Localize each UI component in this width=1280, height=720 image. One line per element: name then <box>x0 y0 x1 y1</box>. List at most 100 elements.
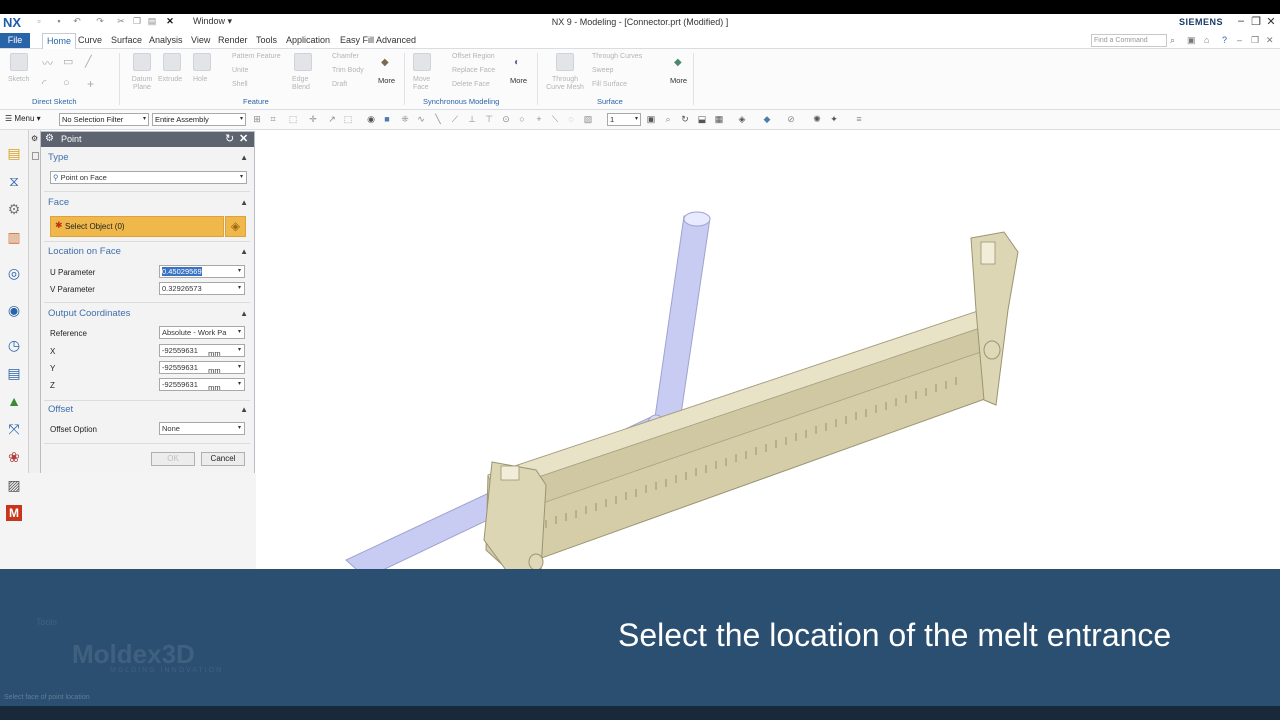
section-type[interactable]: Type <box>48 152 69 163</box>
scope-dropdown[interactable]: Entire Assembly ▾ <box>152 113 246 126</box>
home-icon[interactable]: ⌂ <box>1204 35 1209 45</box>
snap-icon[interactable]: ⊞ <box>252 114 262 124</box>
section-face[interactable]: Face <box>48 197 69 208</box>
filter-icon[interactable]: ⌗ <box>268 114 278 124</box>
restore-icon[interactable]: ❐ <box>1249 15 1263 28</box>
extrude-icon[interactable] <box>163 53 181 71</box>
fit-icon[interactable]: ▣ <box>646 114 656 124</box>
more-sync-button[interactable]: More <box>510 76 527 85</box>
pattern-feature-label[interactable]: Pattern Feature <box>232 53 281 61</box>
move-face-icon[interactable] <box>413 53 431 71</box>
tab-curve[interactable]: Curve <box>74 33 106 48</box>
type-dropdown[interactable]: ⚲ Point on Face ▾ <box>50 171 247 184</box>
more-surface-button[interactable]: More <box>670 76 687 85</box>
edge-blend-icon[interactable] <box>294 53 312 71</box>
layers-icon[interactable]: ≡ <box>854 114 864 124</box>
tab-surface[interactable]: Surface <box>107 33 146 48</box>
system-scenes-icon[interactable]: ❀ <box>6 449 22 465</box>
fill-surface-label[interactable]: Fill Surface <box>592 81 627 89</box>
connector-body[interactable] <box>483 231 1019 571</box>
sketch-icon[interactable] <box>10 53 28 71</box>
shell-label[interactable]: Shell <box>232 81 248 89</box>
chevron-up-icon[interactable]: ▲ <box>240 198 248 207</box>
draft-label[interactable]: Draft <box>332 81 347 89</box>
history-icon[interactable]: ◷ <box>6 337 22 353</box>
tab-tools[interactable]: Tools <box>252 33 281 48</box>
delete-face-label[interactable]: Delete Face <box>452 81 490 89</box>
more-feature-icon[interactable]: ◆ <box>381 57 389 68</box>
point-icon[interactable]: + <box>87 77 94 91</box>
arrow-icon[interactable]: ↗ <box>327 114 337 124</box>
layer-dropdown[interactable]: 1 ▾ <box>607 113 641 126</box>
ribbon-close-icon[interactable]: ✕ <box>1266 35 1274 46</box>
selection-filter-dropdown[interactable]: No Selection Filter ▾ <box>59 113 149 126</box>
face-select-icon[interactable]: ◈ <box>225 216 246 237</box>
face-snap-icon[interactable]: ▧ <box>583 114 593 124</box>
collapse-icon[interactable] <box>32 152 39 160</box>
assembly-navigator-icon[interactable]: ⧖ <box>6 173 22 189</box>
section-output-coordinates[interactable]: Output Coordinates <box>48 308 130 319</box>
rectangle-icon[interactable]: ▭ <box>63 55 73 68</box>
circle-icon[interactable]: ○ <box>63 77 70 89</box>
tab-analysis[interactable]: Analysis <box>145 33 187 48</box>
web-browser-icon[interactable]: ◉ <box>6 302 22 318</box>
shaded-icon[interactable]: ◆ <box>762 114 772 124</box>
move-icon[interactable]: ✛ <box>308 114 318 124</box>
find-command-input[interactable]: Find a Command <box>1091 34 1167 47</box>
curve-select-icon[interactable]: ∿ <box>416 114 426 124</box>
dialog-close-icon[interactable]: ✕ <box>239 132 248 145</box>
u-parameter-input[interactable]: 0.45029569 ▾ <box>159 265 245 278</box>
line-icon[interactable]: ╱ <box>85 55 92 68</box>
body-icon[interactable]: ■ <box>382 114 392 124</box>
minimize-icon[interactable]: – <box>1234 15 1248 27</box>
hole-icon[interactable] <box>193 53 211 71</box>
arc-icon[interactable]: ◜ <box>42 77 46 90</box>
through-curve-mesh-icon[interactable] <box>556 53 574 71</box>
endpoint-icon[interactable]: ⊥ <box>467 114 477 124</box>
tab-view[interactable]: View <box>187 33 214 48</box>
chevron-up-icon[interactable]: ▲ <box>240 153 248 162</box>
x-input[interactable]: -92559631 mm ▾ <box>159 344 245 357</box>
roles-icon[interactable]: ▣ <box>1187 35 1196 46</box>
help-icon[interactable]: ? <box>1222 35 1227 45</box>
printer-icon[interactable]: ▨ <box>6 477 22 493</box>
trim-body-label[interactable]: Trim Body <box>332 67 364 75</box>
profile-icon[interactable]: 〰 <box>42 55 53 71</box>
camera-icon[interactable]: ✦ <box>829 114 839 124</box>
ribbon-restore-icon[interactable]: ❐ <box>1251 35 1259 46</box>
tab-easy-fill-advanced[interactable]: Easy Fill Advanced <box>336 33 420 48</box>
intersect-icon[interactable]: ⟍ <box>550 114 560 124</box>
y-input[interactable]: -92559631 mm ▾ <box>159 361 245 374</box>
roles-palette-icon[interactable]: ⤧ <box>6 421 22 437</box>
section-location-on-face[interactable]: Location on Face <box>48 246 121 257</box>
orient-icon[interactable]: ⬓ <box>697 114 707 124</box>
replace-face-label[interactable]: Replace Face <box>452 67 495 75</box>
moldex-icon[interactable]: M <box>6 505 22 521</box>
datum-plane-icon[interactable] <box>133 53 151 71</box>
ribbon-minimize-icon[interactable]: – <box>1237 35 1242 45</box>
reuse-library-icon[interactable]: ▥ <box>6 229 22 245</box>
tab-render[interactable]: Render <box>214 33 252 48</box>
reset-icon[interactable]: ↻ <box>225 132 234 145</box>
process-studio-icon[interactable]: ▲ <box>6 393 22 409</box>
select-object-button[interactable]: ✱ Select Object (0) <box>50 216 224 237</box>
chevron-up-icon[interactable]: ▲ <box>240 405 248 414</box>
unite-label[interactable]: Unite <box>232 67 248 75</box>
section-offset[interactable]: Offset <box>48 404 73 415</box>
more-surface-icon[interactable]: ◆ <box>674 57 682 68</box>
point-snap-icon[interactable]: + <box>534 114 544 124</box>
constraint-navigator-icon[interactable]: ⚙ <box>6 201 22 217</box>
quadrant-icon[interactable]: ○ <box>517 114 527 124</box>
reference-dropdown[interactable]: Absolute - Work Pa ▾ <box>159 326 245 339</box>
z-input[interactable]: -92559631 mm ▾ <box>159 378 245 391</box>
feature-icon[interactable]: ◉ <box>366 114 376 124</box>
offset-option-dropdown[interactable]: None ▾ <box>159 422 245 435</box>
hd3d-icon[interactable]: ◎ <box>6 265 22 281</box>
ok-button[interactable]: OK <box>151 452 195 466</box>
system-materials-icon[interactable]: ▤ <box>6 365 22 381</box>
zoom-icon[interactable]: ⌕ <box>663 114 673 124</box>
search-icon[interactable]: ⌕ <box>1170 35 1175 46</box>
line-select-icon[interactable]: ╲ <box>433 114 443 124</box>
tab-application[interactable]: Application <box>282 33 334 48</box>
connector-model[interactable] <box>256 130 1280 579</box>
